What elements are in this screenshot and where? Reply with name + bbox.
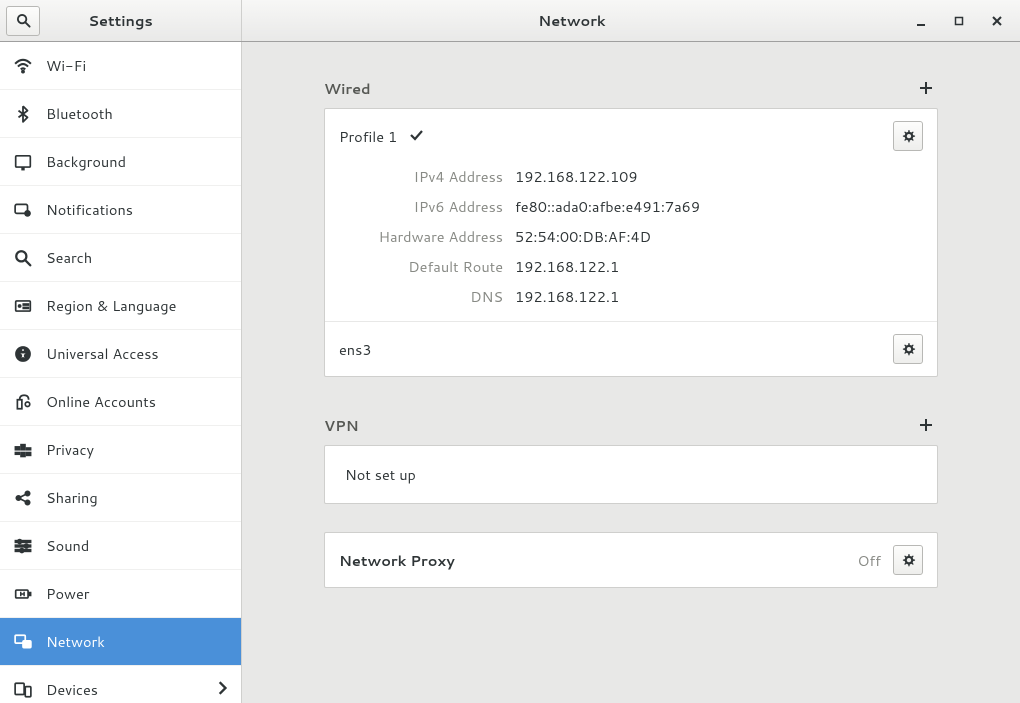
titlebar-right: Network (242, 0, 1020, 41)
sidebar-item-universal-access[interactable]: Universal Access (0, 330, 241, 378)
vpn-empty-text: Not set up (345, 464, 416, 485)
connection-name: ens3 (339, 339, 372, 360)
connection-ens3-row: ens3 (325, 322, 937, 376)
dns-label: DNS (339, 286, 503, 307)
chevron-right-icon (217, 679, 227, 700)
ipv4-value: 192.168.122.109 (515, 166, 638, 187)
minimize-icon (915, 15, 927, 27)
bluetooth-icon (14, 105, 32, 123)
sidebar: Wi-Fi Bluetooth Background Notifications… (0, 42, 242, 703)
titlebar: Settings Network (0, 0, 1020, 42)
search-button[interactable] (6, 6, 40, 36)
content-area: Wired Profile 1 IPv4 Address 192.168.122.… (242, 42, 1020, 703)
sidebar-item-privacy[interactable]: Privacy (0, 426, 241, 474)
proxy-settings-button[interactable] (893, 545, 923, 575)
sidebar-item-label: Online Accounts (46, 391, 156, 412)
sidebar-item-label: Notifications (46, 199, 133, 220)
search-icon (14, 249, 32, 267)
sidebar-item-region-language[interactable]: Region & Language (0, 282, 241, 330)
sharing-icon (14, 489, 32, 507)
check-icon (409, 126, 423, 147)
online-accounts-icon (14, 393, 32, 411)
sidebar-item-label: Bluetooth (46, 103, 113, 124)
vpn-section-header: VPN (324, 405, 938, 445)
sidebar-item-label: Network (46, 631, 105, 652)
ipv6-value: fe80::ada0:afbe:e491:7a69 (515, 196, 700, 217)
sidebar-item-wifi[interactable]: Wi-Fi (0, 42, 241, 90)
sidebar-item-label: Search (46, 247, 92, 268)
ipv4-label: IPv4 Address (339, 166, 503, 187)
proxy-status: Off (857, 550, 881, 571)
hw-label: Hardware Address (339, 226, 503, 247)
vpn-section-title: VPN (324, 415, 359, 436)
connection-details: IPv4 Address 192.168.122.109 IPv6 Address… (325, 157, 937, 322)
sidebar-item-label: Background (46, 151, 126, 172)
sidebar-item-sound[interactable]: Sound (0, 522, 241, 570)
devices-icon (14, 681, 32, 699)
window-controls (902, 0, 1016, 42)
gear-icon (901, 342, 916, 357)
power-icon (14, 585, 32, 603)
universal-access-icon (14, 345, 32, 363)
sidebar-item-sharing[interactable]: Sharing (0, 474, 241, 522)
close-button[interactable] (978, 0, 1016, 42)
proxy-title: Network Proxy (339, 550, 455, 571)
hw-value: 52:54:00:DB:AF:4D (515, 226, 651, 247)
wired-panel: Profile 1 IPv4 Address 192.168.122.109 IP… (324, 108, 938, 377)
sidebar-item-label: Region & Language (46, 295, 176, 316)
dns-value: 192.168.122.1 (515, 286, 619, 307)
maximize-button[interactable] (940, 0, 978, 42)
plus-icon (919, 418, 933, 432)
titlebar-left: Settings (0, 0, 242, 41)
gear-icon (901, 553, 916, 568)
search-icon (16, 13, 31, 28)
sidebar-item-background[interactable]: Background (0, 138, 241, 186)
sidebar-item-label: Sound (46, 535, 89, 556)
sidebar-item-label: Privacy (46, 439, 94, 460)
sidebar-item-notifications[interactable]: Notifications (0, 186, 241, 234)
add-wired-button[interactable] (914, 76, 938, 100)
proxy-panel: Network Proxy Off (324, 532, 938, 588)
ens3-settings-button[interactable] (893, 334, 923, 364)
sidebar-item-devices[interactable]: Devices (0, 666, 241, 703)
connection-profile-header: Profile 1 (325, 109, 937, 157)
background-icon (14, 153, 32, 171)
ipv6-label: IPv6 Address (339, 196, 503, 217)
page-title: Network (242, 10, 902, 31)
sound-icon (14, 537, 32, 555)
region-language-icon (14, 297, 32, 315)
wired-section-header: Wired (324, 68, 938, 108)
vpn-panel: Not set up (324, 445, 938, 504)
sidebar-item-search[interactable]: Search (0, 234, 241, 282)
plus-icon (919, 81, 933, 95)
route-value: 192.168.122.1 (515, 256, 619, 277)
sidebar-item-label: Power (46, 583, 89, 604)
minimize-button[interactable] (902, 0, 940, 42)
sidebar-item-label: Wi-Fi (46, 55, 86, 76)
app-title: Settings (40, 10, 201, 31)
notifications-icon (14, 201, 32, 219)
wired-section-title: Wired (324, 78, 371, 99)
network-icon (14, 633, 32, 651)
sidebar-item-online-accounts[interactable]: Online Accounts (0, 378, 241, 426)
sidebar-item-power[interactable]: Power (0, 570, 241, 618)
wifi-icon (14, 57, 32, 75)
route-label: Default Route (339, 256, 503, 277)
sidebar-item-bluetooth[interactable]: Bluetooth (0, 90, 241, 138)
close-icon (991, 15, 1003, 27)
sidebar-item-label: Universal Access (46, 343, 159, 364)
profile-settings-button[interactable] (893, 121, 923, 151)
sidebar-item-label: Devices (46, 679, 98, 700)
privacy-icon (14, 441, 32, 459)
add-vpn-button[interactable] (914, 413, 938, 437)
connection-profile-name: Profile 1 (339, 126, 397, 147)
sidebar-item-network[interactable]: Network (0, 618, 241, 666)
gear-icon (901, 129, 916, 144)
maximize-icon (953, 15, 965, 27)
sidebar-item-label: Sharing (46, 487, 98, 508)
